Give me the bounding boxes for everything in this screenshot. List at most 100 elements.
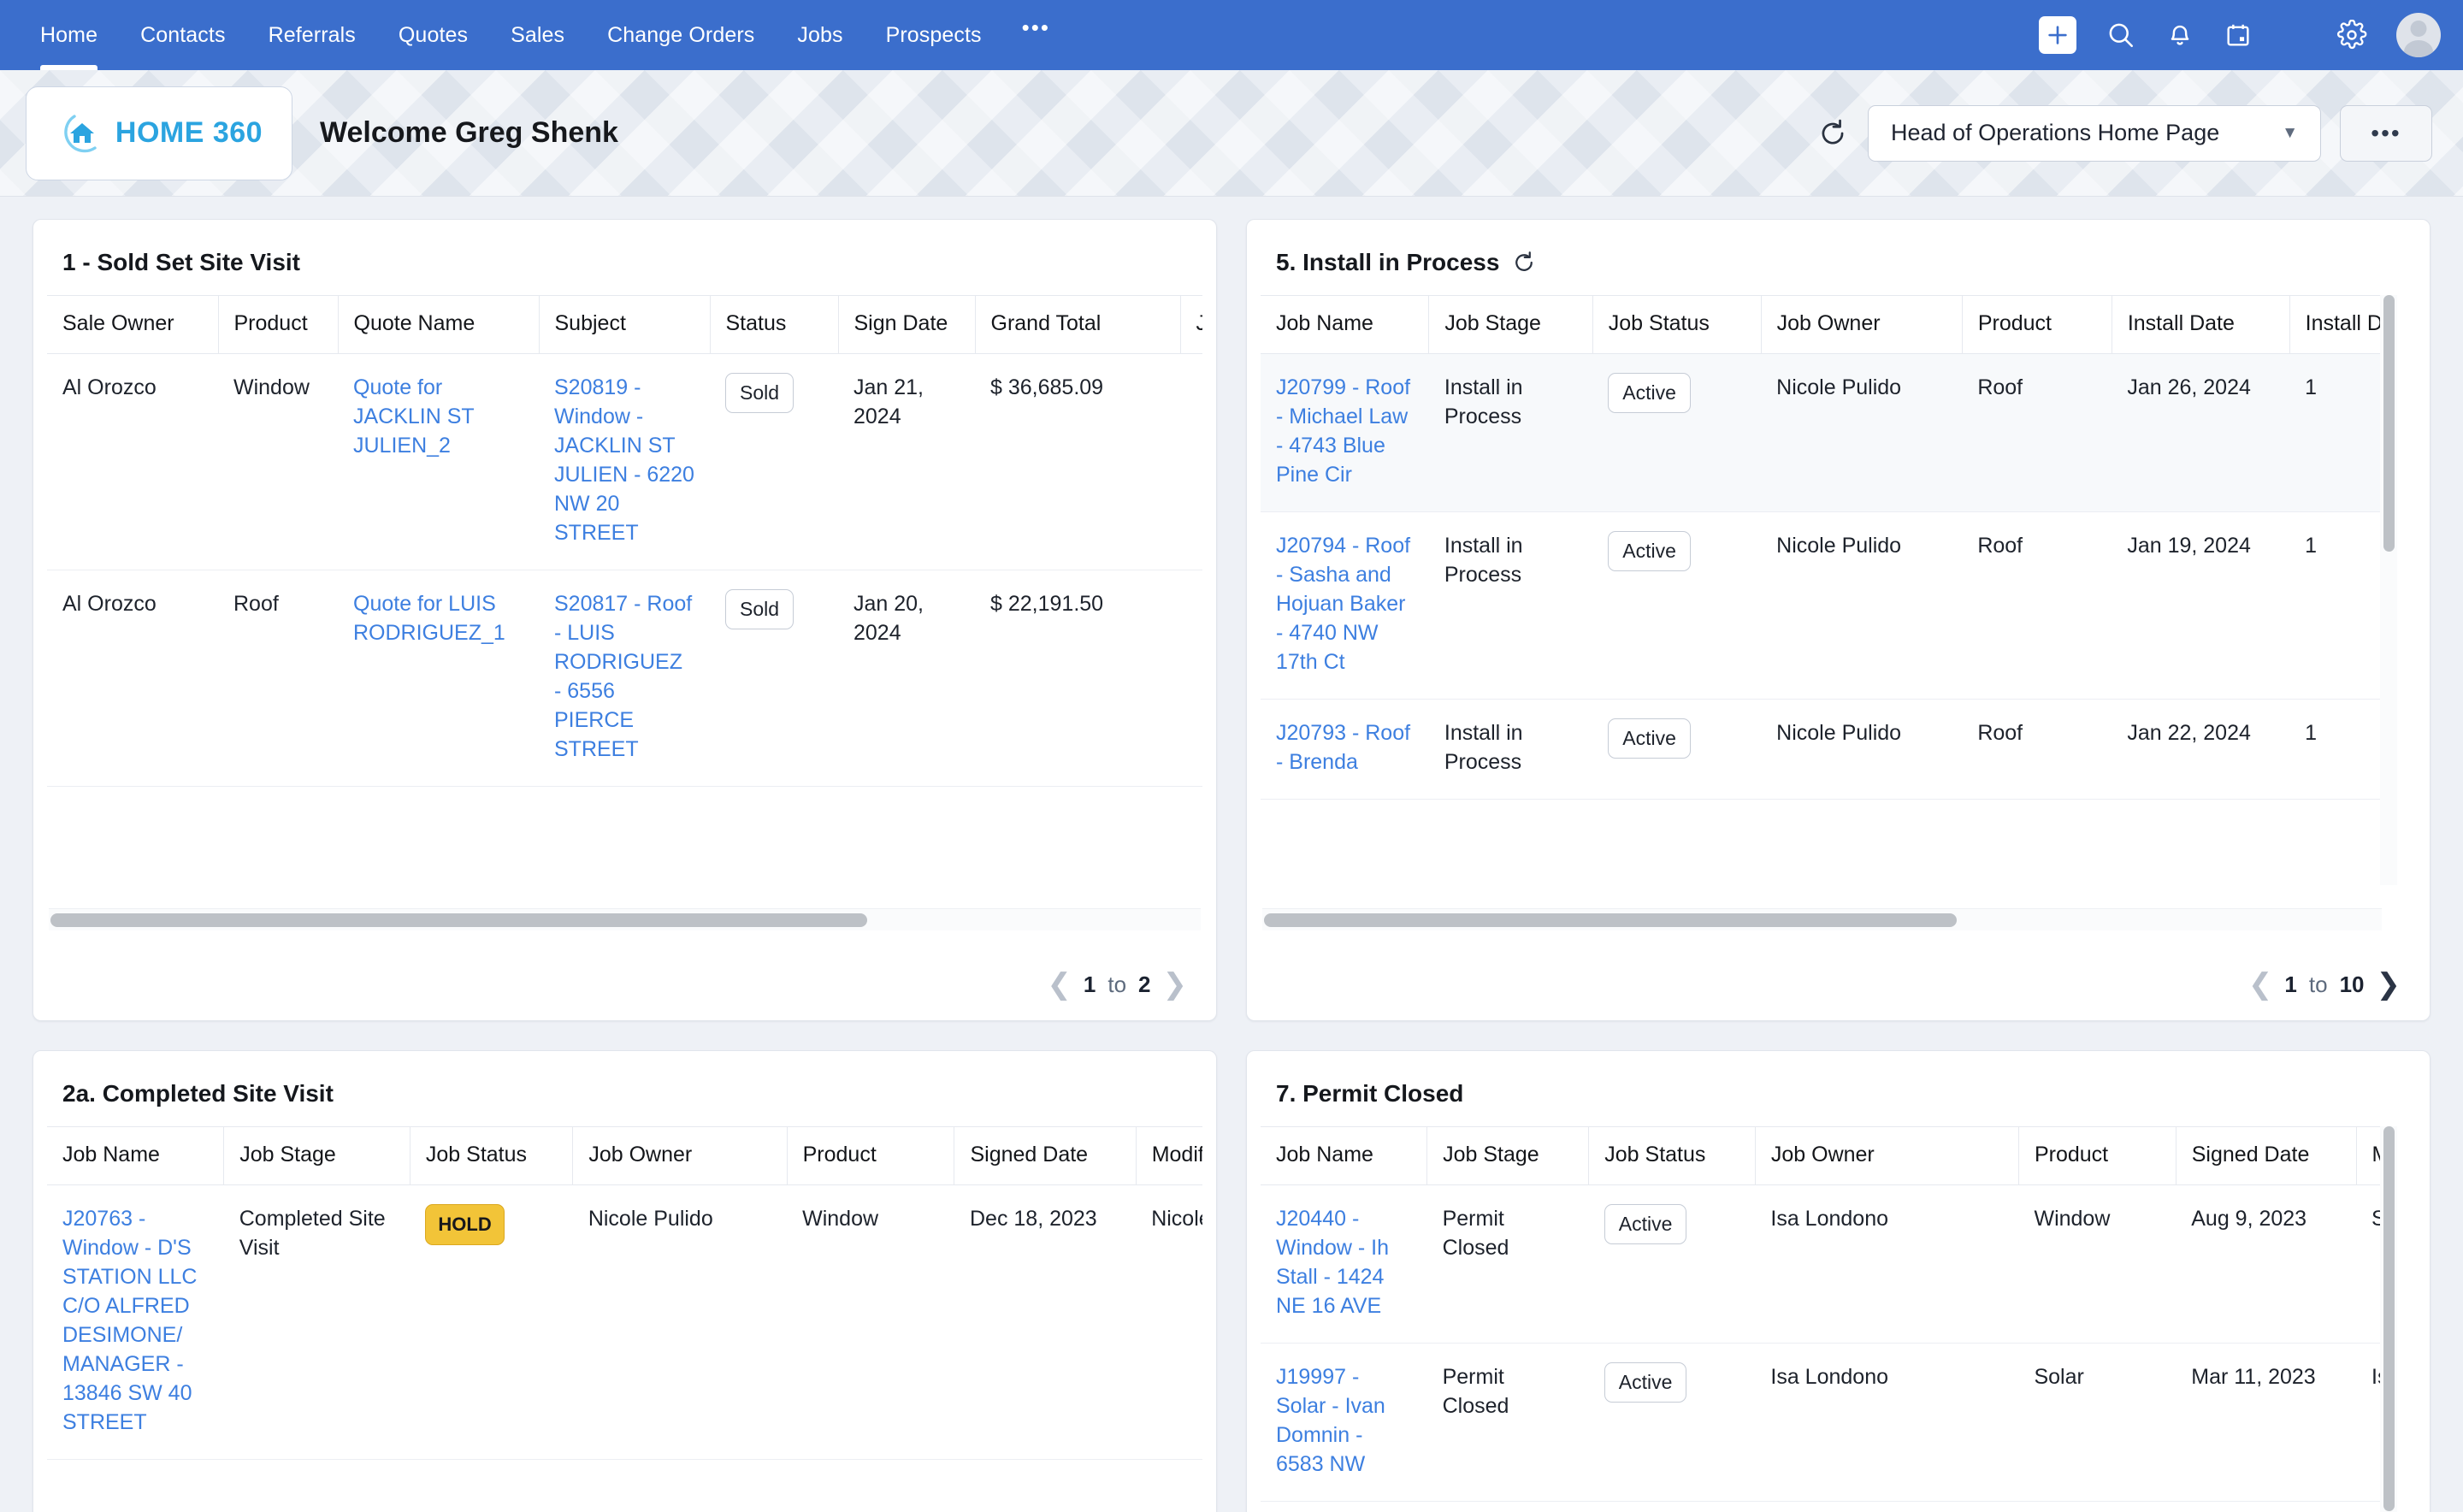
refresh-icon[interactable]: [1816, 117, 1849, 150]
col-install-date[interactable]: Install Date: [2112, 295, 2290, 354]
cell-product: Window: [218, 353, 338, 570]
plus-icon[interactable]: [2039, 16, 2076, 54]
nav-item-home[interactable]: Home: [19, 0, 119, 70]
search-icon[interactable]: [2106, 20, 2136, 50]
col-product[interactable]: Product: [787, 1126, 955, 1185]
card-title: 7. Permit Closed: [1247, 1051, 2430, 1126]
table-row[interactable]: J20793 - Roof - Brenda Install in Proces…: [1261, 699, 2397, 800]
col-job-owner[interactable]: Job Owner: [572, 1126, 788, 1185]
col-signed-date[interactable]: Signed Date: [2176, 1126, 2357, 1185]
gear-icon[interactable]: [2336, 20, 2367, 50]
avatar[interactable]: [2396, 13, 2441, 57]
horizontal-scrollbar[interactable]: [49, 908, 1201, 930]
table-header-row: Job Name Job Stage Job Status Job Owner …: [47, 1126, 1202, 1185]
cell-quote-name-link[interactable]: Quote for JACKLIN ST JULIEN_2: [338, 353, 539, 570]
col-quote-name[interactable]: Quote Name: [338, 295, 540, 354]
horizontal-scrollbar-thumb[interactable]: [1264, 913, 1957, 927]
permit-closed-table: Job Name Job Stage Job Status Job Owner …: [1261, 1126, 2397, 1502]
calendar-icon[interactable]: [2224, 21, 2253, 50]
col-product[interactable]: Product: [1962, 295, 2112, 354]
card-install-in-process: 5. Install in Process Job Name Job Stage…: [1246, 219, 2431, 1021]
table-row[interactable]: J20794 - Roof - Sasha and Hojuan Baker -…: [1261, 511, 2397, 700]
col-job-status[interactable]: Job Status: [1588, 1126, 1756, 1185]
col-signed-date[interactable]: Signed Date: [954, 1126, 1137, 1185]
vertical-scrollbar[interactable]: [2380, 1126, 2397, 1512]
col-status[interactable]: Status: [710, 295, 839, 354]
col-job-stage[interactable]: Job Stage: [1426, 1126, 1590, 1185]
install-in-process-table: Job Name Job Stage Job Status Job Owner …: [1261, 295, 2397, 800]
col-job-status[interactable]: Job Status: [410, 1126, 574, 1185]
col-job-stage[interactable]: Job Stage: [1428, 295, 1593, 354]
card-title-text: 1 - Sold Set Site Visit: [62, 249, 301, 275]
cell-subject-link[interactable]: S20817 - Roof - LUIS RODRIGUEZ - 6556 PI…: [539, 570, 710, 787]
cell-job-name-link[interactable]: J20763 - Window - D'S STATION LLC C/O AL…: [47, 1184, 224, 1460]
bell-icon[interactable]: [2165, 21, 2194, 50]
col-sale-owner[interactable]: Sale Owner: [47, 295, 219, 354]
table-row[interactable]: J20440 - Window - Ih Stall - 1424 NE 16 …: [1261, 1184, 2397, 1344]
cell-job-name-link[interactable]: J20794 - Roof - Sasha and Hojuan Baker -…: [1261, 511, 1429, 700]
table-row[interactable]: J20799 - Roof - Michael Law - 4743 Blue …: [1261, 353, 2397, 512]
page-actions-more-button[interactable]: •••: [2340, 104, 2432, 162]
cell-sign-date: Jan 21, 2024: [838, 353, 975, 570]
col-modified-by[interactable]: Modified B: [1136, 1126, 1202, 1185]
col-job-name[interactable]: Job Name: [47, 1126, 225, 1185]
col-job-owner[interactable]: Job Owner: [1761, 295, 1963, 354]
vertical-scrollbar-thumb[interactable]: [2383, 1126, 2395, 1511]
cell-product: Window: [2018, 1184, 2177, 1344]
col-job-owner[interactable]: Job Owner: [1755, 1126, 2019, 1185]
col-job-stage[interactable]: Job Stage: [223, 1126, 410, 1185]
next-page-icon[interactable]: ❯: [2377, 967, 2401, 1001]
table-scroll-region[interactable]: Job Name Job Stage Job Status Job Owner …: [1261, 295, 2397, 885]
table-row[interactable]: J20763 - Window - D'S STATION LLC C/O AL…: [47, 1184, 1202, 1460]
cell-job-name-link[interactable]: J19997 - Solar - Ivan Domnin - 6583 NW: [1261, 1343, 1427, 1502]
cell-job-name-link[interactable]: J20440 - Window - Ih Stall - 1424 NE 16 …: [1261, 1184, 1427, 1344]
horizontal-scrollbar-thumb[interactable]: [50, 913, 867, 927]
nav-item-sales[interactable]: Sales: [489, 0, 586, 70]
home-360-logo-icon: [56, 107, 109, 160]
prev-page-icon[interactable]: ❮: [2248, 967, 2273, 1001]
nav-label: Change Orders: [607, 22, 755, 47]
table-scroll-region[interactable]: Job Name Job Stage Job Status Job Owner …: [47, 1126, 1202, 1512]
col-sign-date[interactable]: Sign Date: [838, 295, 976, 354]
col-job-status[interactable]: Job Status: [1592, 295, 1762, 354]
nav-item-prospects[interactable]: Prospects: [865, 0, 1003, 70]
cell-subject-link[interactable]: S20819 - Window - JACKLIN ST JULIEN - 62…: [539, 353, 710, 570]
cell-job-name-link[interactable]: J20799 - Roof - Michael Law - 4743 Blue …: [1261, 353, 1429, 512]
table-row[interactable]: Al Orozco Roof Quote for LUIS RODRIGUEZ_…: [47, 570, 1202, 787]
col-product[interactable]: Product: [2018, 1126, 2177, 1185]
vertical-scrollbar[interactable]: [2380, 295, 2397, 885]
nav-overflow-icon[interactable]: •••: [1003, 0, 1069, 70]
cell-modified-by: Nicole Pul: [1136, 1184, 1202, 1460]
prev-page-icon[interactable]: ❮: [1047, 967, 1072, 1001]
cell-job-name-link[interactable]: J20793 - Roof - Brenda: [1261, 699, 1429, 800]
col-subject[interactable]: Subject: [539, 295, 711, 354]
table-scroll-region[interactable]: Sale Owner Product Quote Name Subject St…: [47, 295, 1202, 885]
cell-job-stage: Install in Process: [1428, 353, 1593, 512]
cell-sign-date: Jan 20, 2024: [838, 570, 975, 787]
vertical-scrollbar-thumb[interactable]: [2383, 295, 2395, 552]
table-row[interactable]: J19997 - Solar - Ivan Domnin - 6583 NW P…: [1261, 1343, 2397, 1502]
refresh-icon[interactable]: [1511, 250, 1537, 275]
nav-label: Home: [40, 22, 98, 47]
nav-item-change-orders[interactable]: Change Orders: [586, 0, 776, 70]
col-grand-total[interactable]: Grand Total: [975, 295, 1181, 354]
horizontal-scrollbar[interactable]: [1262, 908, 2382, 930]
table-row[interactable]: Al Orozco Window Quote for JACKLIN ST JU…: [47, 353, 1202, 570]
nav-item-jobs[interactable]: Jobs: [776, 0, 864, 70]
home-page-select[interactable]: Head of Operations Home Page ▼: [1868, 104, 2321, 162]
table-scroll-region[interactable]: Job Name Job Stage Job Status Job Owner …: [1261, 1126, 2397, 1512]
next-page-icon[interactable]: ❯: [1163, 967, 1188, 1001]
col-job-name[interactable]: Job Name: [1261, 1126, 1428, 1185]
dashboard-grid: 1 - Sold Set Site Visit Sale Owner Produ…: [0, 197, 2463, 1512]
col-job-name[interactable]: Job Name: [1261, 295, 1430, 354]
status-badge: Active: [1608, 531, 1691, 572]
col-job-name-partial[interactable]: J: [1180, 295, 1202, 354]
col-product[interactable]: Product: [218, 295, 339, 354]
cell-quote-name-link[interactable]: Quote for LUIS RODRIGUEZ_1: [338, 570, 539, 787]
nav-item-contacts[interactable]: Contacts: [119, 0, 246, 70]
nav-item-referrals[interactable]: Referrals: [247, 0, 377, 70]
nav-item-quotes[interactable]: Quotes: [377, 0, 489, 70]
cell-job-owner: Isa Londono: [1755, 1184, 2019, 1344]
cell-truncated: [1180, 353, 1202, 570]
cell-install-date: Jan 26, 2024: [2112, 353, 2290, 512]
